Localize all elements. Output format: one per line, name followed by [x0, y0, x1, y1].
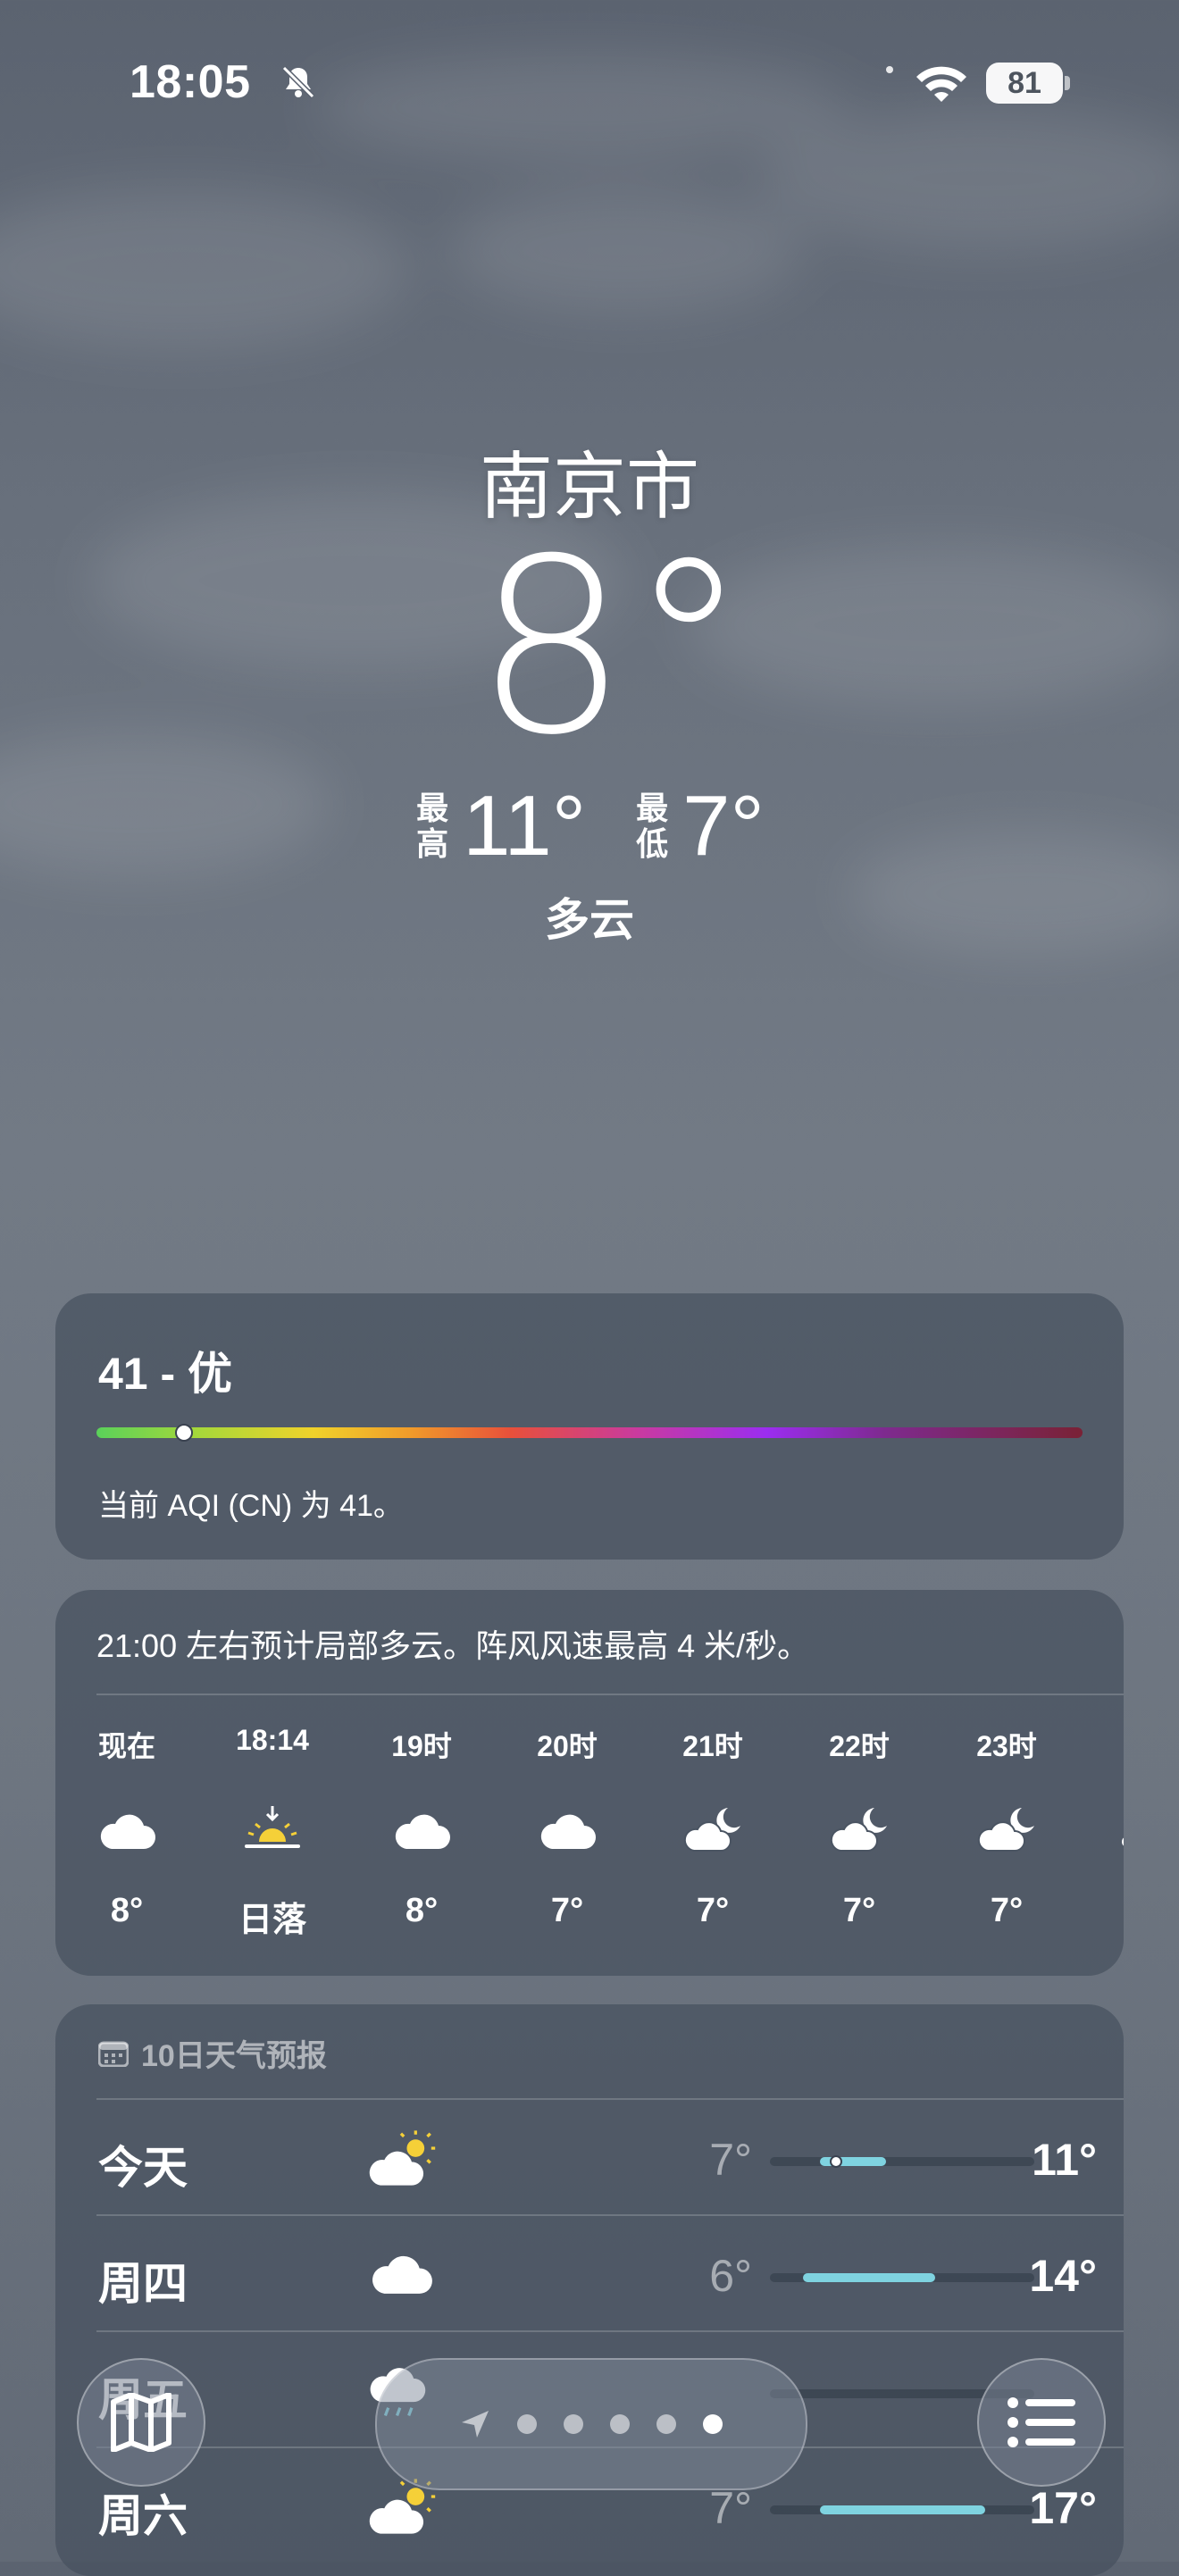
status-time: 18:05 — [130, 56, 251, 108]
cloud-icon — [372, 2255, 432, 2294]
cloud-icon — [100, 1814, 155, 1849]
forecast-day: 周四 — [98, 2259, 188, 2309]
aqi-scale-bar — [96, 1427, 1083, 1438]
map-button[interactable] — [77, 2358, 205, 2487]
battery-tip — [1065, 76, 1070, 90]
high-temp: 11° — [463, 778, 587, 874]
cloud-moon-icon — [830, 1808, 887, 1852]
ten-day-forecast-card[interactable]: 10日天气预报 今天7°11°周四6°14°周五周六7°17° — [55, 2004, 1124, 2576]
location-arrow-icon — [462, 2411, 489, 2438]
forecast-high: 17° — [1029, 2483, 1097, 2533]
hour-label: 现在 — [97, 1730, 155, 1762]
partly-sunny-icon — [369, 2130, 436, 2186]
cloud-moon-icon — [683, 1808, 740, 1852]
divider — [96, 1694, 1124, 1695]
temp-range-track — [770, 2155, 1034, 2168]
hour-temp: 8° — [110, 1892, 144, 1929]
aqi-indicator — [175, 1424, 193, 1442]
calendar-icon — [98, 2041, 129, 2067]
current-temperature: 8° — [474, 506, 749, 788]
cloud-icon — [540, 1814, 596, 1849]
hour-label: 23时 — [976, 1730, 1037, 1762]
aqi-value: 41 - 优 — [98, 1349, 233, 1399]
hour-label: 21时 — [682, 1730, 743, 1762]
forecast-day: 今天 — [98, 2143, 188, 2193]
map-icon — [111, 2393, 171, 2452]
list-icon — [1008, 2397, 1075, 2447]
hour-temp: 7° — [842, 1892, 876, 1929]
hourly-summary: 21:00 左右预计局部多云。阵风风速最高 4 米/秒。 — [96, 1627, 810, 1664]
high-low: 最高 11° 最低 7° — [0, 777, 1179, 875]
hourly-item: 现在 8° — [73, 1724, 180, 1930]
low-label: 最低 — [636, 790, 669, 862]
hourly-item: 20时 7° — [514, 1724, 621, 1930]
hourly-item: 21时 7° — [659, 1724, 766, 1930]
partial-cloud-icon — [1122, 1837, 1124, 1846]
hour-temp: 7° — [696, 1892, 730, 1929]
sunset-icon — [245, 1806, 300, 1848]
temp-range-fill — [803, 2273, 935, 2282]
list-button[interactable] — [977, 2358, 1106, 2487]
aqi-description: 当前 AQI (CN) 为 41。 — [98, 1489, 404, 1523]
hourly-forecast-card[interactable]: 21:00 左右预计局部多云。阵风风速最高 4 米/秒。 现在 8° 18:14 日落… — [55, 1590, 1124, 1976]
page-dot[interactable] — [610, 2414, 630, 2434]
forecast-row[interactable]: 今天 7° 11° — [55, 2100, 1124, 2214]
hour-label: 20时 — [537, 1730, 598, 1762]
hourly-item: 18:14 日落 — [219, 1724, 326, 1941]
cloud-moon-icon — [977, 1808, 1034, 1852]
privacy-dot — [886, 66, 893, 73]
forecast-low: 7° — [709, 2135, 752, 2185]
hour-temp: 日落 — [238, 1902, 306, 1939]
wifi-icon — [916, 66, 966, 102]
hourly-item: 23时 7° — [953, 1724, 1060, 1930]
air-quality-card[interactable]: 41 - 优 当前 AQI (CN) 为 41。 — [55, 1293, 1124, 1560]
high-label: 最高 — [416, 790, 449, 862]
temp-range-track — [770, 2505, 1034, 2514]
page-dot[interactable] — [656, 2414, 676, 2434]
silent-bell-icon — [281, 65, 315, 99]
page-dot[interactable] — [564, 2414, 583, 2434]
hourly-item: 19时 8° — [368, 1724, 475, 1930]
hour-temp: 7° — [550, 1892, 584, 1929]
cloud-icon — [395, 1814, 450, 1849]
hour-temp: 7° — [990, 1892, 1024, 1929]
battery-indicator: 81 — [986, 63, 1063, 104]
hour-label: 18:14 — [236, 1724, 309, 1756]
forecast-low: 6° — [709, 2251, 752, 2301]
forecast-high: 11° — [1032, 2135, 1097, 2185]
weather-condition: 多云 — [545, 895, 634, 945]
current-temp-marker — [830, 2155, 842, 2168]
page-indicator[interactable] — [375, 2358, 807, 2490]
hour-label: 19时 — [391, 1730, 452, 1762]
forecast-row[interactable]: 周四 6° 14° — [55, 2216, 1124, 2330]
page-dot[interactable] — [517, 2414, 537, 2434]
low-temp: 7° — [682, 778, 765, 874]
temp-range-track — [770, 2273, 1034, 2282]
hourly-item: 22时 7° — [806, 1724, 913, 1930]
forecast-header: 10日天气预报 — [98, 2031, 327, 2075]
hour-temp: 8° — [405, 1892, 439, 1929]
page-dot[interactable] — [703, 2414, 723, 2434]
temp-range-fill — [819, 2505, 985, 2514]
forecast-title: 10日天气预报 — [141, 2039, 327, 2073]
forecast-day: 周六 — [98, 2491, 188, 2541]
forecast-high: 14° — [1029, 2251, 1097, 2301]
hour-label: 22时 — [829, 1730, 890, 1762]
